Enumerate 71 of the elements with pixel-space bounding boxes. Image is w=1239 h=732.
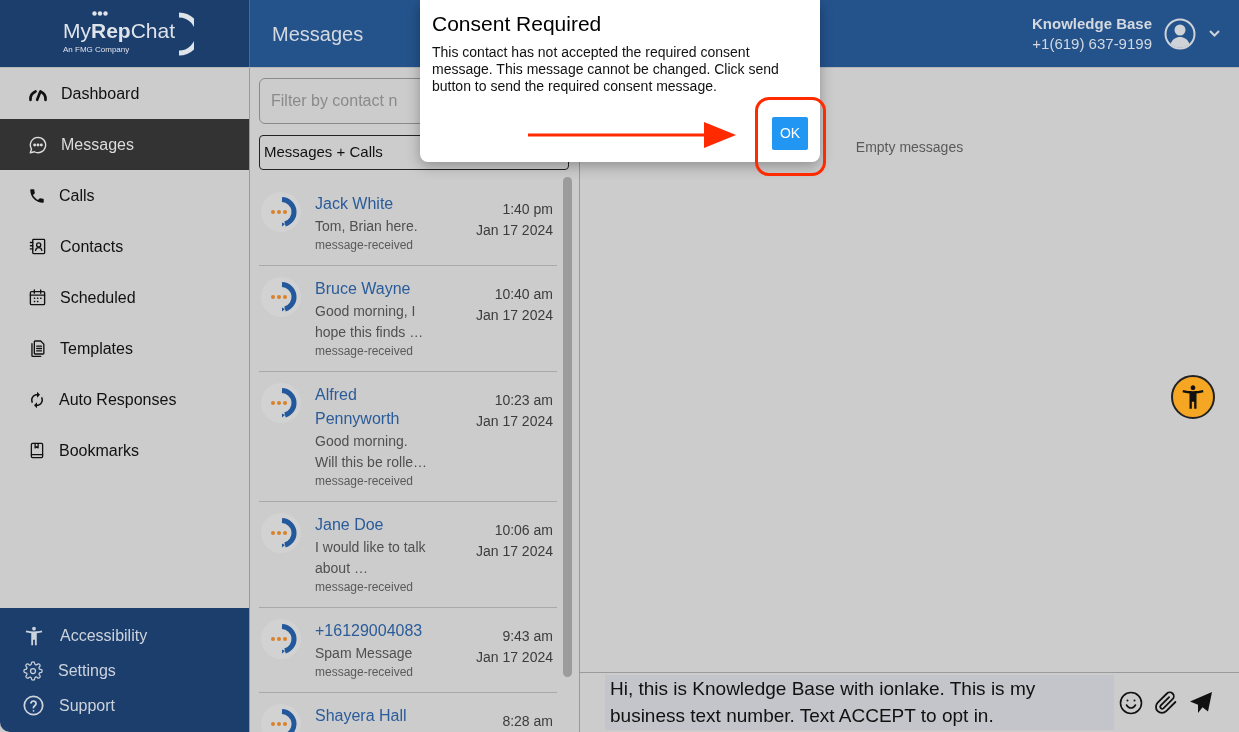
message-time: 10:40 am: [494, 285, 553, 304]
message-preview: I would like to talk about …: [315, 538, 427, 578]
message-date: Jan 17 2024: [475, 306, 553, 325]
scrollbar-thumb[interactable]: [563, 177, 572, 677]
sidebar-item[interactable]: Bookmarks: [0, 425, 249, 476]
sidebar-item[interactable]: Contacts: [0, 221, 249, 272]
message-time: 8:28 am: [502, 712, 553, 731]
sidebar-item[interactable]: Scheduled: [0, 272, 249, 323]
send-icon[interactable]: [1189, 690, 1213, 715]
sidebar-item[interactable]: Calls: [0, 170, 249, 221]
sidebar-item[interactable]: Dashboard: [0, 68, 249, 119]
message-preview: Tom, Brian here.: [315, 217, 419, 236]
account-name: Knowledge Base: [1031, 13, 1152, 34]
contact-name[interactable]: Bruce Wayne: [315, 277, 430, 301]
dots-icon: [92, 10, 108, 16]
chat-avatar-icon: [261, 513, 301, 553]
message-status: message-received: [315, 579, 415, 596]
help-icon: [23, 695, 44, 716]
account-phone: +1(619) 637-9199: [1032, 33, 1152, 54]
chat-avatar-icon: [261, 192, 301, 232]
paperclip-icon[interactable]: [1154, 690, 1178, 715]
message-status: message-received: [315, 473, 415, 490]
page-title: Messages: [272, 21, 364, 47]
message-date: Jan 17 2024: [475, 412, 553, 431]
chat-avatar-icon: [261, 704, 301, 732]
message-status: message-received: [315, 237, 415, 254]
emoji-icon[interactable]: [1119, 690, 1143, 715]
compose-field[interactable]: Hi, this is Knowledge Base with ionlake. This is my business text number. Text ACCEPT to opt in.: [605, 675, 1114, 730]
document-icon: [28, 339, 47, 358]
calendar-icon: [28, 288, 47, 307]
book-icon: [28, 441, 46, 460]
logo-tagline: An FMG Company: [63, 44, 131, 55]
sidebar-item[interactable]: Auto Responses: [0, 374, 249, 425]
avatar-icon[interactable]: [1164, 17, 1196, 50]
contact-name[interactable]: Jack White: [315, 192, 430, 216]
message-preview: Spam Message: [315, 644, 414, 663]
settings-icon: [23, 660, 43, 681]
contact-name[interactable]: Shayera Hall: [315, 704, 430, 728]
sidebar-footer-item[interactable]: Accessibility: [0, 618, 249, 653]
chat-bubble-icon: [28, 134, 48, 155]
contact-name[interactable]: Alfred Pennyworth: [315, 383, 430, 431]
sidebar-footer-item[interactable]: Support: [0, 688, 249, 723]
chat-avatar-icon: [261, 619, 301, 659]
message-preview: Good morning. Will this be rolle…: [315, 432, 429, 472]
dialog-title: Consent Required: [432, 11, 603, 37]
contact-card-icon: [28, 237, 47, 256]
phone-icon: [28, 186, 46, 205]
message-time: 1:40 pm: [502, 200, 553, 219]
refresh-icon: [28, 390, 46, 409]
contact-name[interactable]: +16129004083: [315, 619, 430, 643]
sidebar-item[interactable]: Templates: [0, 323, 249, 374]
empty-state-text: Empty messages: [855, 138, 964, 157]
message-status: message-received: [315, 664, 415, 681]
message-date: Jan 17 2024: [475, 542, 553, 561]
sidebar-item[interactable]: Messages: [0, 119, 249, 170]
chat-avatar-icon: [261, 383, 301, 423]
message-time: 10:06 am: [494, 521, 553, 540]
accessibility-icon: [23, 624, 45, 647]
chat-avatar-icon: [261, 277, 301, 317]
message-status: message-received: [315, 343, 415, 360]
logo-arc-icon: [176, 11, 195, 56]
accessibility-button[interactable]: [1171, 375, 1215, 419]
contact-name[interactable]: Jane Doe: [315, 513, 430, 537]
chevron-down-icon[interactable]: [1209, 30, 1220, 37]
message-time: 9:43 am: [502, 627, 553, 646]
message-preview: Good morning, I hope this finds …: [315, 302, 425, 342]
sidebar-footer-item[interactable]: Settings: [0, 653, 249, 688]
message-date: Jan 17 2024: [475, 221, 553, 240]
message-date: Jan 17 2024: [475, 648, 553, 667]
message-time: 10:23 am: [494, 391, 553, 410]
logo-wordmark: MyRepChat: [63, 18, 176, 43]
